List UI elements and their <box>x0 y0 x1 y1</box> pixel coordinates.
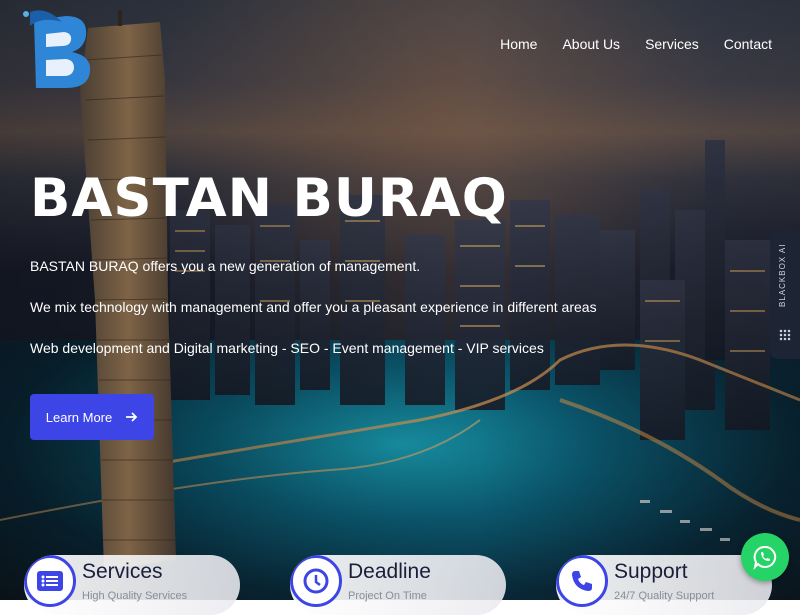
feature-card-support[interactable]: Support 24/7 Quality Support <box>556 555 772 615</box>
phone-icon <box>556 555 608 607</box>
brand-logo[interactable] <box>22 6 96 92</box>
feature-title: Deadline <box>348 560 431 583</box>
feature-card-services[interactable]: Services High Quality Services <box>24 555 240 615</box>
whatsapp-icon <box>753 545 777 570</box>
learn-more-label: Learn More <box>45 409 113 425</box>
whatsapp-chat-button[interactable] <box>741 533 789 581</box>
arrow-right-icon <box>126 410 138 425</box>
hero-title: BASTAN BURAQ <box>30 168 508 229</box>
hero-line-3: Web development and Digital marketing - … <box>30 340 544 356</box>
blackbox-ai-label: BLACKBOX AI <box>778 243 787 307</box>
blackbox-ai-tab[interactable]: BLACKBOX AI <box>770 231 800 359</box>
feature-card-deadline[interactable]: Deadline Project On Time <box>290 555 506 615</box>
logo-b-mark <box>23 10 91 88</box>
nav-contact[interactable]: Contact <box>724 36 772 52</box>
feature-subtitle: Project On Time <box>348 590 427 602</box>
feature-subtitle: High Quality Services <box>82 590 188 602</box>
main-nav: Home About Us Services Contact <box>500 36 772 52</box>
feature-subtitle: 24/7 Quality Support <box>614 590 715 602</box>
hero-line-2: We mix technology with management and of… <box>30 299 597 315</box>
clock-icon <box>290 555 342 607</box>
feature-title: Support <box>614 560 688 583</box>
grid-dots-icon <box>779 329 791 341</box>
list-icon <box>24 555 76 607</box>
nav-about-us[interactable]: About Us <box>562 36 620 52</box>
feature-title: Services <box>82 560 163 583</box>
learn-more-button[interactable]: Learn More <box>30 394 154 440</box>
nav-services[interactable]: Services <box>645 36 699 52</box>
hero-line-1: BASTAN BURAQ offers you a new generation… <box>30 258 421 274</box>
nav-home[interactable]: Home <box>500 36 537 52</box>
